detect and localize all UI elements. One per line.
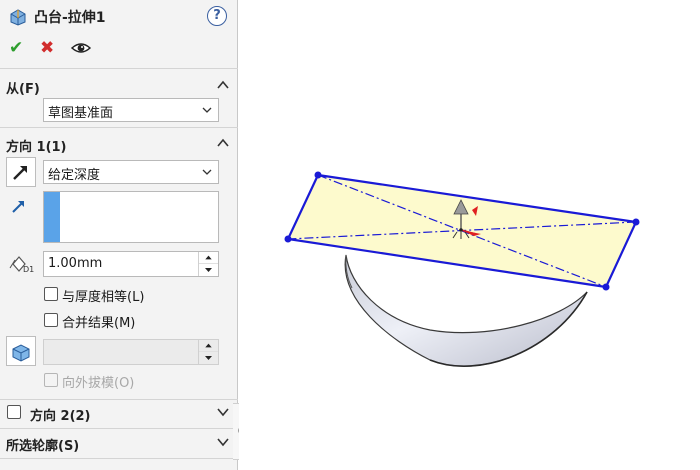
draft-angle-input <box>43 339 219 365</box>
spin-up-icon[interactable] <box>199 340 218 352</box>
merge-result-label: 合并结果(M) <box>62 316 136 331</box>
equal-thickness-label: 与厚度相等(L) <box>62 290 145 305</box>
equal-thickness-checkbox[interactable] <box>44 287 58 301</box>
separator <box>0 428 238 429</box>
direction-reference-list[interactable] <box>43 191 219 243</box>
extrude-feature-icon <box>10 9 26 26</box>
separator <box>0 127 238 128</box>
chevron-down-icon[interactable] <box>216 435 230 449</box>
reverse-direction-icon-glyph <box>13 166 27 180</box>
merge-result-checkbox[interactable] <box>44 313 58 327</box>
from-section-title: 从(F) <box>6 82 40 97</box>
svg-text:D1: D1 <box>23 265 34 274</box>
sketch-vertex[interactable] <box>632 218 640 226</box>
title-row: 凸台-拉伸1 ? <box>0 0 238 34</box>
from-select-value: 草图基准面 <box>48 106 114 121</box>
cancel-x-icon[interactable]: ✖ <box>40 38 54 58</box>
separator <box>0 399 238 400</box>
depth-value: 1.00mm <box>48 256 103 271</box>
sketch-vertex[interactable] <box>284 235 292 243</box>
end-condition-value: 给定深度 <box>48 168 101 183</box>
spin-down-icon[interactable] <box>199 264 218 276</box>
sketch-vertex[interactable] <box>602 283 610 291</box>
property-manager-panel: 凸台-拉伸1 ? ✔ ✖ 从(F) 草图基准面 方向 1(1) 给定深度 D1 … <box>0 0 238 470</box>
sketch-vertex[interactable] <box>314 171 322 179</box>
direction-arrow-icon <box>12 201 24 213</box>
direction2-section-title: 方向 2(2) <box>30 409 91 424</box>
from-select[interactable]: 草图基准面 <box>43 98 219 122</box>
spin-down-icon[interactable] <box>199 352 218 364</box>
chevron-down-icon[interactable] <box>216 405 230 419</box>
chevron-down-icon <box>202 107 212 113</box>
chevron-down-icon <box>202 169 212 175</box>
draft-spinner <box>198 340 218 364</box>
depth-input[interactable]: 1.00mm <box>43 251 219 277</box>
draft-outward-checkbox <box>44 373 58 387</box>
draft-icon-glyph <box>12 344 30 362</box>
depth-spinner <box>198 252 218 276</box>
preview-eye-icon[interactable] <box>70 39 92 57</box>
direction-reference-list-active <box>44 192 60 242</box>
spin-up-icon[interactable] <box>199 252 218 264</box>
direction1-section-header[interactable]: 方向 1(1) <box>0 132 238 156</box>
direction1-section-title: 方向 1(1) <box>6 140 67 155</box>
end-condition-select[interactable]: 给定深度 <box>43 160 219 184</box>
feature-title: 凸台-拉伸1 <box>34 10 106 26</box>
direction2-section-header[interactable]: 方向 2(2) <box>0 401 238 425</box>
selected-contours-title: 所选轮廓(S) <box>6 439 80 454</box>
ok-check-icon[interactable]: ✔ <box>9 38 23 58</box>
separator <box>0 68 238 69</box>
depth-dimension-icon: D1 <box>9 256 34 274</box>
graphics-viewport[interactable] <box>239 0 700 470</box>
draft-outward-label: 向外拔模(O) <box>62 376 135 391</box>
selected-contours-section-header[interactable]: 所选轮廓(S) <box>0 431 238 455</box>
chevron-up-icon[interactable] <box>216 136 230 150</box>
separator <box>0 458 238 459</box>
chevron-up-icon[interactable] <box>216 78 230 92</box>
draft-icon[interactable] <box>6 336 36 366</box>
reverse-direction-icon[interactable] <box>6 157 36 187</box>
help-icon[interactable]: ? <box>207 6 227 26</box>
action-row: ✔ ✖ <box>0 36 238 62</box>
from-section-header[interactable]: 从(F) <box>0 74 238 98</box>
